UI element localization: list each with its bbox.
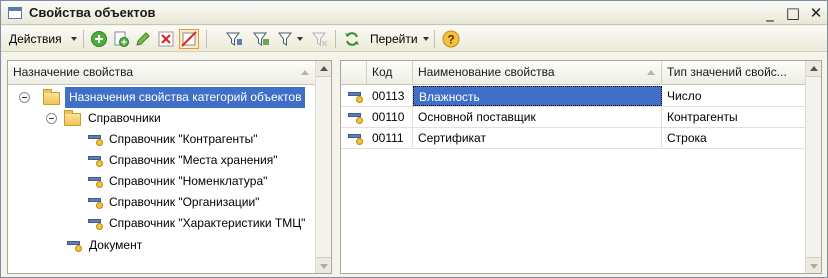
tree-column-header-label: Назначение свойства [13,65,134,79]
tree-item-label: Справочник "Организации" [109,195,260,209]
property-icon [88,196,104,209]
tree-item-property[interactable]: Справочник "Организации" [8,192,316,213]
type-cell[interactable]: Строка [662,128,806,148]
property-icon [348,132,364,145]
filter-dropdown-icon[interactable] [277,30,295,48]
icon-column-header[interactable] [341,61,367,85]
tree-item-property[interactable]: Справочник "Характеристики ТМЦ" [8,213,316,234]
window-icon [8,7,22,19]
toolbar-separator [206,30,207,48]
name-cell[interactable]: Влажность [413,86,662,106]
chevron-down-icon [71,37,77,41]
scroll-up-icon[interactable] [806,61,821,77]
filter-value-icon[interactable] [252,30,270,48]
tree-panel: Назначение свойства Назначения свойства … [7,60,332,274]
minimize-button[interactable]: _ [761,4,779,22]
tree-item-label: Справочники [88,111,161,125]
maximize-button[interactable]: □ [784,4,802,22]
tree-item-label: Назначения свойства категорий объектов [65,87,306,108]
code-cell[interactable]: 00113 [367,86,413,106]
add-icon[interactable] [90,30,108,48]
scroll-up-icon[interactable] [316,61,331,77]
sort-icon [301,70,309,75]
table-row[interactable]: 00111 Сертификат Строка [341,128,806,149]
collapse-icon[interactable] [19,92,30,103]
tree-item-label: Документ [89,238,143,252]
code-cell[interactable]: 00111 [367,128,413,148]
type-cell[interactable]: Число [662,86,806,106]
name-column-header[interactable]: Наименование свойства [413,61,662,85]
tree-item-label: Справочник "Характеристики ТМЦ" [109,216,306,230]
tree-item-label: Справочник "Контрагенты" [109,132,258,146]
code-cell[interactable]: 00110 [367,107,413,127]
svg-text:?: ? [447,33,454,47]
tree-item-property[interactable]: Справочник "Номенклатура" [8,171,316,192]
help-icon[interactable]: ? [442,30,460,48]
filter-clear-icon[interactable] [311,30,329,48]
type-cell[interactable]: Контрагенты [662,107,806,127]
table-scrollbar[interactable] [805,61,821,273]
toolbar-separator [434,30,435,48]
scroll-down-icon[interactable] [316,257,331,273]
folder-icon [43,89,60,105]
property-icon [348,90,364,103]
title-bar: Свойства объектов _ □ ✕ [1,1,827,25]
copy-icon[interactable] [112,30,130,48]
tree-item-label: Справочник "Места хранения" [109,153,278,167]
table-row[interactable]: 00113 Влажность Число [341,86,806,107]
folder-icon [64,110,81,126]
delete-icon[interactable] [157,30,175,48]
tree-item-catalogs[interactable]: Справочники [8,108,316,129]
chevron-down-icon [423,37,429,41]
property-icon [67,239,83,252]
name-cell[interactable]: Сертификат [413,128,662,148]
tree-item-root[interactable]: Назначения свойства категорий объектов [8,87,316,108]
tree-item-property[interactable]: Справочник "Места хранения" [8,150,316,171]
close-button[interactable]: ✕ [807,4,825,22]
edit-icon[interactable] [134,30,152,48]
type-column-header[interactable]: Тип значений свойс... [662,61,806,85]
table-row[interactable]: 00110 Основной поставщик Контрагенты [341,107,806,128]
chevron-down-icon[interactable] [297,37,303,41]
properties-table: Код Наименование свойства Тип значений с… [340,60,822,274]
tree-item-document[interactable]: Документ [8,235,316,256]
code-column-header[interactable]: Код [367,61,413,85]
actions-menu-button[interactable]: Действия [9,32,62,46]
mark-delete-icon[interactable] [179,29,199,49]
tree-scrollbar[interactable] [315,61,331,273]
refresh-icon[interactable] [343,30,361,48]
name-cell[interactable]: Основной поставщик [413,107,662,127]
property-icon [88,133,104,146]
toolbar-separator [83,30,84,48]
tree-item-property[interactable]: Справочник "Контрагенты" [8,129,316,150]
property-icon [88,217,104,230]
toolbar: Действия Перейти ? [1,26,827,52]
window-title: Свойства объектов [29,5,156,20]
property-icon [348,111,364,124]
tree-column-header[interactable]: Назначение свойства [8,61,316,85]
collapse-icon[interactable] [46,113,57,124]
name-column-header-label: Наименование свойства [418,65,555,79]
scroll-down-icon[interactable] [806,257,821,273]
toolbar-separator [335,30,336,48]
tree-item-label: Справочник "Номенклатура" [109,174,268,188]
property-icon [88,154,104,167]
properties-window: Свойства объектов _ □ ✕ Действия Перейти… [0,0,828,278]
filter-icon[interactable] [225,30,243,48]
sort-icon [647,70,655,75]
property-icon [88,175,104,188]
goto-menu-button[interactable]: Перейти [370,32,418,46]
